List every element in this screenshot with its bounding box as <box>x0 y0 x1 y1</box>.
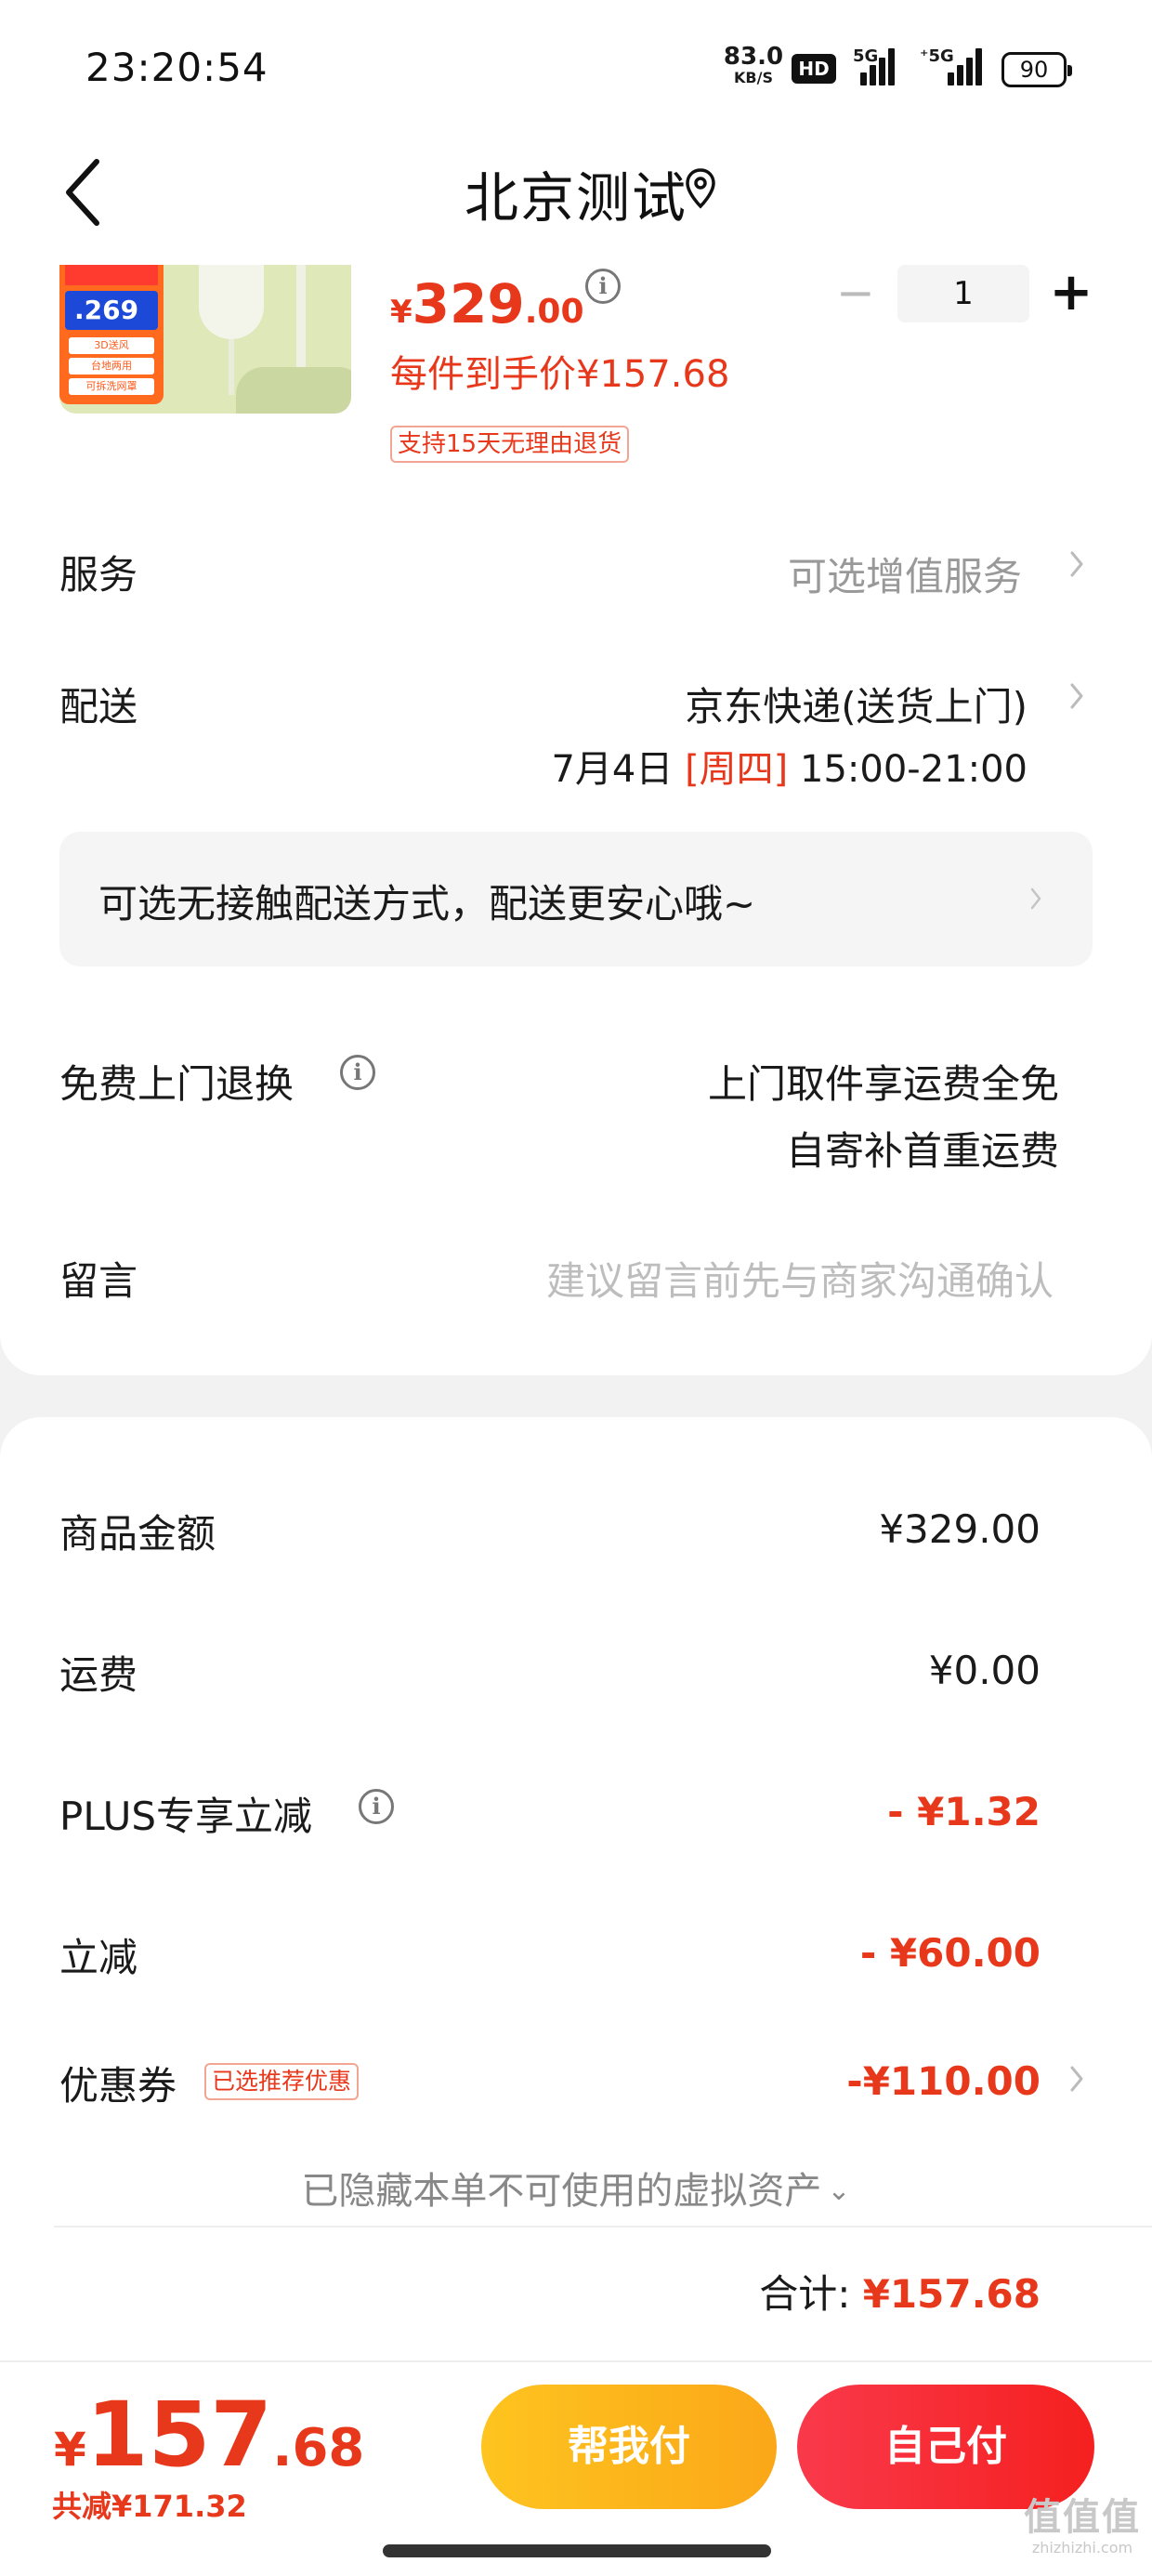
help-me-pay-button[interactable]: 帮我付 <box>481 2385 777 2509</box>
total-line: 合计: ¥157.68 <box>759 2263 1041 2320</box>
free-return-label: 免费上门退换 <box>59 1061 295 1107</box>
plus-discount-value: - ¥1.32 <box>887 1789 1041 1834</box>
battery-icon: 90 <box>1001 52 1072 87</box>
contactless-text: 可选无接触配送方式，配送更安心哦~ <box>98 881 756 927</box>
watermark-logo: 值值值 zhizhizhi.com <box>1024 2496 1141 2556</box>
net-speed-value: 83.0 <box>723 43 784 71</box>
signal-2-label: ⁺5G <box>920 46 954 66</box>
plus-discount-label: PLUS专享立减 <box>59 1794 313 1839</box>
delivery-weekday: [周四] <box>685 748 789 791</box>
total-label: 合计: <box>759 2271 851 2317</box>
signal-icon: 5G <box>853 48 897 85</box>
quantity-increase-button[interactable]: + <box>1048 267 1094 321</box>
message-label: 留言 <box>59 1258 138 1304</box>
location-pin-icon[interactable] <box>684 167 717 210</box>
contactless-delivery-banner[interactable]: 可选无接触配送方式，配送更安心哦~ <box>59 832 1093 966</box>
poster-tag: 可拆洗网罩 <box>69 378 154 395</box>
divider <box>54 2226 1152 2228</box>
product-price: ¥329.00 <box>390 272 584 335</box>
product-image[interactable]: .269 3D送风 台地两用 可拆洗网罩 <box>59 265 351 414</box>
order-confirm-page: 23:20:54 83.0 KB/S HD 5G ⁺5G 90 北京测试 .26… <box>0 0 1152 2576</box>
instant-discount-label: 立减 <box>59 1935 138 1980</box>
return-policy-tag: 支持15天无理由退货 <box>390 426 630 463</box>
shipping-value: ¥0.00 <box>928 1648 1041 1693</box>
return-line-1: 上门取件享运费全免 <box>707 1061 1059 1107</box>
chevron-down-icon: ⌄ <box>827 2175 851 2207</box>
return-info-icon[interactable]: i <box>340 1055 375 1090</box>
instant-discount-value: - ¥60.00 <box>859 1930 1041 1976</box>
shipping-label: 运费 <box>59 1652 138 1698</box>
net-speed-unit: KB/S <box>734 69 773 86</box>
message-input[interactable]: 建议留言前先与商家沟通确认 <box>546 1250 1054 1307</box>
price-info-icon[interactable]: i <box>585 269 621 304</box>
hidden-assets-toggle[interactable]: 已隐藏本单不可使用的虚拟资产 ⌄ <box>0 2161 1152 2215</box>
quantity-input[interactable]: 1 <box>897 265 1029 322</box>
chevron-right-icon <box>1030 887 1041 910</box>
pay-total: ¥157.68 <box>54 2383 365 2487</box>
status-time: 23:20:54 <box>85 45 268 90</box>
goods-amount-label: 商品金额 <box>59 1511 216 1557</box>
chevron-right-icon[interactable] <box>1067 677 1087 715</box>
coupon-label: 优惠券 <box>59 2063 177 2109</box>
chevron-right-icon[interactable] <box>1067 545 1087 583</box>
total-saved[interactable]: 共减¥171.32 <box>52 2483 247 2526</box>
coupon-value[interactable]: -¥110.00 <box>846 2058 1041 2104</box>
checkout-bar: ¥157.68 共减¥171.32 帮我付 自己付 <box>0 2360 1152 2576</box>
poster-price: .269 <box>65 291 158 330</box>
poster-tag: 台地两用 <box>69 358 154 375</box>
order-detail-card: .269 3D送风 台地两用 可拆洗网罩 ¥329.00 i − 1 + 每件到… <box>0 265 1152 1375</box>
unit-price: 每件到手价¥157.68 <box>390 353 730 396</box>
goods-amount-value: ¥329.00 <box>879 1506 1041 1552</box>
page-title: 北京测试 <box>464 166 687 230</box>
poster-tag: 3D送风 <box>69 337 154 354</box>
net-speed: 83.0 KB/S <box>721 45 786 85</box>
chevron-right-icon[interactable] <box>1067 2060 1087 2097</box>
delivery-label: 配送 <box>59 684 138 729</box>
nav-bar: 北京测试 <box>0 130 1152 265</box>
total-value: ¥157.68 <box>862 2271 1041 2317</box>
delivery-value[interactable]: 京东快递(送货上门) <box>685 676 1028 732</box>
hd-voice-icon: HD <box>792 54 836 84</box>
status-bar: 23:20:54 83.0 KB/S HD 5G ⁺5G 90 <box>0 0 1152 130</box>
coupon-tag: 已选推荐优惠 <box>204 2063 360 2100</box>
signal-1-label: 5G <box>853 46 879 66</box>
service-value[interactable]: 可选增值服务 <box>788 545 1022 602</box>
delivery-date[interactable]: 7月4日 [周四] 15:00-21:00 <box>551 739 1028 793</box>
quantity-decrease-button[interactable]: − <box>834 269 877 317</box>
service-label: 服务 <box>59 552 138 598</box>
plus-info-icon[interactable]: i <box>359 1789 394 1824</box>
return-line-2: 自寄补首重运费 <box>785 1128 1059 1174</box>
signal-icon-2: ⁺5G <box>920 48 985 85</box>
home-indicator[interactable] <box>383 2544 771 2557</box>
product-poster: .269 3D送风 台地两用 可拆洗网罩 <box>59 265 164 404</box>
price-summary-card: 商品金额 ¥329.00 运费 ¥0.00 PLUS专享立减 i - ¥1.32… <box>0 1417 1152 2360</box>
